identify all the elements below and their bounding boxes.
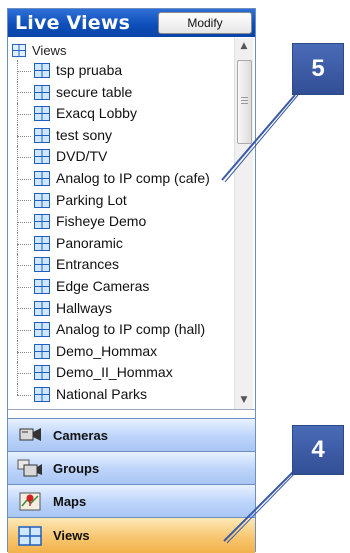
callout-5: 5 xyxy=(292,43,344,95)
callout-4: 4 xyxy=(292,425,344,475)
